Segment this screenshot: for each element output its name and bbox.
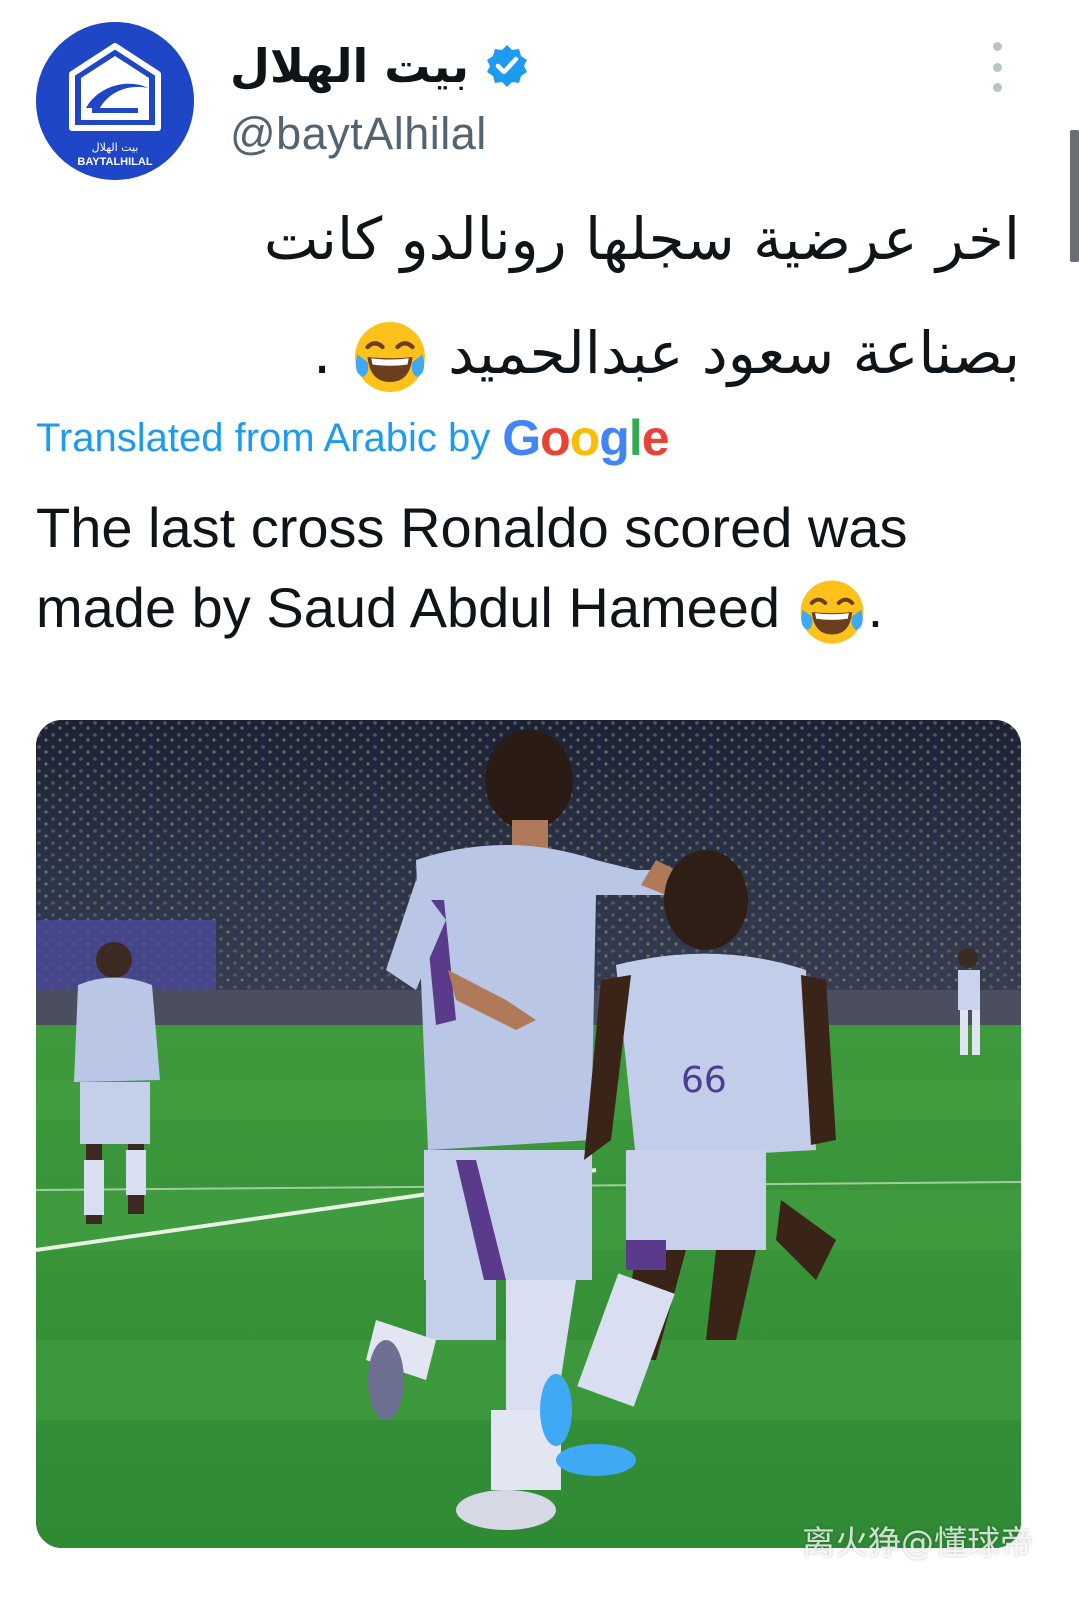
display-name[interactable]: بيت الهلال: [230, 39, 469, 93]
jersey-number: 66: [681, 1060, 727, 1101]
tweet-arabic-line-2-end: .: [312, 319, 332, 387]
google-logo: Google: [502, 410, 669, 466]
scrollbar[interactable]: [1070, 130, 1079, 262]
tweet-arabic-line-2-text: بصناعة سعود عبدالحميد: [448, 319, 1020, 387]
verified-badge-icon: [487, 45, 528, 87]
tweet-text-arabic: اخر عرضية سجلها رونالدو كانت بصناعة سعود…: [160, 182, 1020, 410]
tweet-arabic-line-1: اخر عرضية سجلها رونالدو كانت: [263, 205, 1020, 273]
avatar-brand-text: BAYTALHILAL: [77, 156, 152, 168]
laughing-tears-emoji-icon: [350, 317, 430, 397]
tweet-english-line-1: The last cross Ronaldo scored was: [36, 496, 908, 559]
laughing-tears-emoji-icon: [796, 576, 868, 648]
avatar-arabic-text: بيت الهلال: [92, 141, 139, 154]
watermark: 离火狰@懂球帝: [802, 1523, 1033, 1562]
more-dot-icon: [992, 83, 1002, 92]
more-dot-icon: [992, 62, 1002, 72]
more-options-button[interactable]: [980, 42, 1014, 92]
tweet-english-line-2-text: made by Saud Abdul Hameed: [36, 576, 781, 639]
tweet-arabic-line-2: بصناعة سعود عبدالحميد .: [160, 296, 1020, 410]
display-name-row[interactable]: بيت الهلال: [230, 34, 531, 98]
account-handle[interactable]: @baytAlhilal: [230, 108, 487, 160]
tweet-text-english: The last cross Ronaldo scored was made b…: [36, 488, 1026, 648]
football-celebration-photo: 66: [36, 720, 1021, 1548]
tweet-english-line-2: made by Saud Abdul Hameed .: [36, 568, 1026, 648]
translation-attribution[interactable]: Translated from Arabic by Google: [36, 406, 670, 470]
tweet-photo[interactable]: 66: [36, 720, 1021, 1548]
translated-from-label[interactable]: Translated from Arabic by: [36, 416, 490, 461]
bayt-alhilal-logo: بيت الهلال BAYTALHILAL: [36, 22, 194, 180]
more-dot-icon: [992, 42, 1002, 51]
profile-avatar[interactable]: بيت الهلال BAYTALHILAL: [36, 22, 194, 180]
tweet-english-line-2-end: .: [867, 576, 884, 639]
